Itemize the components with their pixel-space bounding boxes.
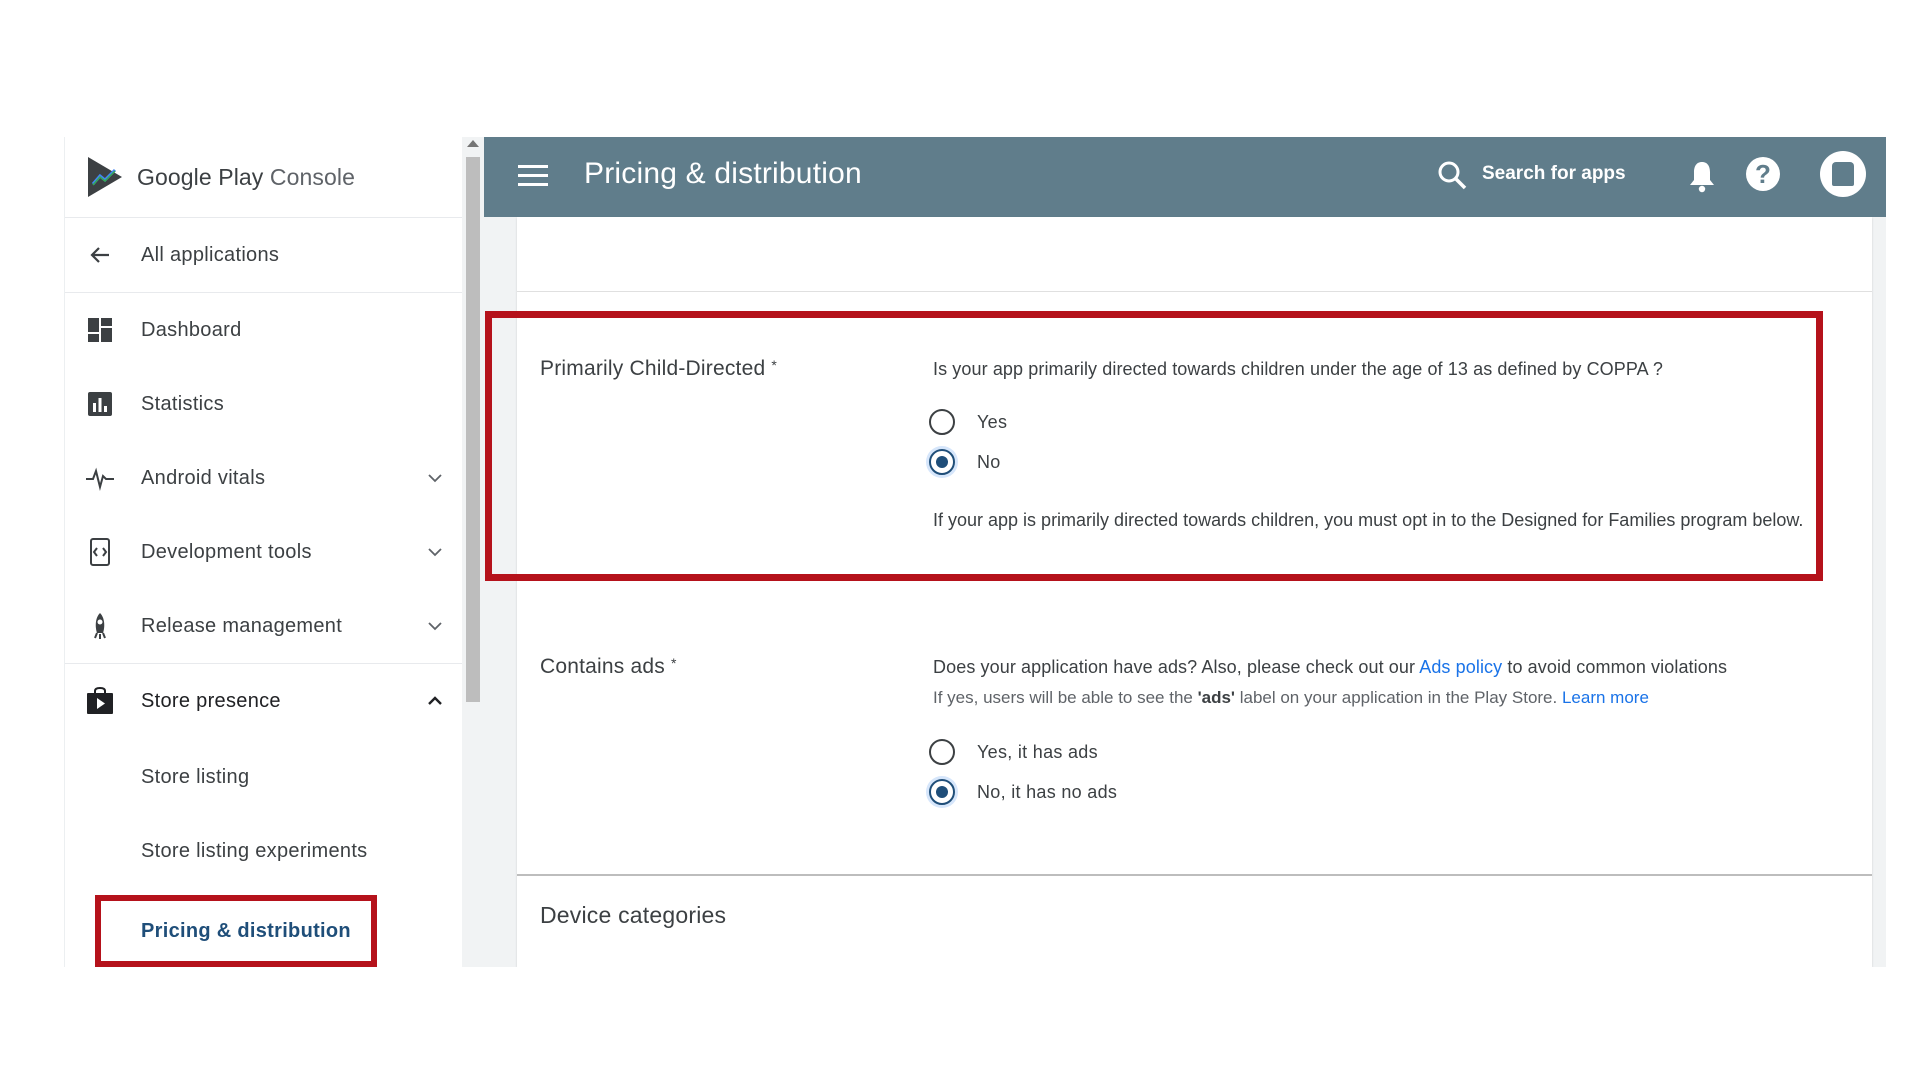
sidebar-item-dashboard[interactable]: Dashboard bbox=[65, 293, 463, 367]
sidebar-subitem-label: Store listing experiments bbox=[141, 839, 368, 862]
search-icon[interactable] bbox=[1436, 159, 1468, 191]
sidebar-subitem-label: Store listing bbox=[141, 765, 250, 788]
chevron-down-icon[interactable] bbox=[425, 468, 445, 488]
scrollbar-thumb[interactable] bbox=[466, 157, 480, 702]
bell-icon[interactable] bbox=[1686, 159, 1718, 193]
ads-question-prefix: Does your application have ads? Also, pl… bbox=[933, 657, 1420, 677]
radio-label: Yes, it has ads bbox=[977, 741, 1098, 762]
card-divider bbox=[517, 874, 1872, 876]
ads-question: Does your application have ads? Also, pl… bbox=[933, 657, 1727, 678]
child-directed-highlight-box bbox=[485, 311, 1823, 581]
search-apps-input[interactable]: Search for apps bbox=[1482, 163, 1626, 185]
radio-button[interactable] bbox=[929, 739, 955, 765]
ads-help-suffix: label on your application in the Play St… bbox=[1234, 688, 1562, 707]
logo[interactable]: Google Play Console bbox=[65, 137, 462, 218]
ads-no-radio[interactable]: No, it has no ads bbox=[929, 777, 1117, 807]
ads-question-suffix: to avoid common violations bbox=[1502, 657, 1728, 677]
sidebar-scrollbar[interactable] bbox=[462, 137, 484, 967]
chevron-down-icon[interactable] bbox=[425, 542, 445, 562]
dashboard-icon bbox=[88, 318, 112, 342]
bar-chart-icon bbox=[88, 392, 112, 416]
chevron-down-icon[interactable] bbox=[425, 616, 445, 636]
logo-brand: Google Play bbox=[137, 163, 264, 190]
all-applications-label: All applications bbox=[141, 243, 280, 266]
sidebar-item-release-management[interactable]: Release management bbox=[65, 589, 463, 663]
all-applications-link[interactable]: All applications bbox=[65, 218, 463, 292]
chevron-up-icon[interactable] bbox=[425, 691, 445, 711]
device-categories-title: Device categories bbox=[540, 902, 727, 928]
sidebar-item-statistics[interactable]: Statistics bbox=[65, 367, 463, 441]
contains-ads-label: Contains ads * bbox=[540, 655, 677, 679]
ads-help-text: If yes, users will be able to see the 'a… bbox=[933, 688, 1649, 708]
ads-help-prefix: If yes, users will be able to see the bbox=[933, 688, 1198, 707]
sidebar-subitem-store-listing-experiments[interactable]: Store listing experiments bbox=[65, 814, 463, 888]
radio-button-selected[interactable] bbox=[929, 779, 955, 805]
radio-label: No, it has no ads bbox=[977, 781, 1118, 802]
arrow-back-icon bbox=[90, 247, 109, 263]
sidebar-item-label: Release management bbox=[141, 614, 343, 637]
pricing-highlight-box bbox=[95, 895, 377, 967]
store-bag-icon bbox=[87, 686, 113, 714]
scroll-up-arrow-icon[interactable] bbox=[467, 140, 479, 147]
menu-icon[interactable] bbox=[518, 165, 548, 189]
sidebar-item-store-presence[interactable]: Store presence bbox=[65, 664, 463, 738]
ads-label-bold: 'ads' bbox=[1197, 688, 1235, 707]
sidebar-item-label: Store presence bbox=[141, 689, 281, 712]
card-divider bbox=[517, 291, 1872, 292]
sidebar-item-label: Android vitals bbox=[141, 466, 266, 489]
sidebar-item-label: Statistics bbox=[141, 392, 225, 415]
sidebar-item-android-vitals[interactable]: Android vitals bbox=[65, 441, 463, 515]
pulse-icon bbox=[86, 467, 114, 491]
sidebar-item-label: Dashboard bbox=[141, 318, 242, 341]
ads-policy-link[interactable]: Ads policy bbox=[1419, 657, 1502, 677]
sidebar-subitem-store-listing[interactable]: Store listing bbox=[65, 740, 463, 814]
learn-more-link[interactable]: Learn more bbox=[1562, 688, 1649, 707]
logo-text: Google Play Console bbox=[137, 164, 355, 191]
help-icon[interactable]: ? bbox=[1746, 157, 1780, 191]
rocket-icon bbox=[94, 613, 106, 639]
code-icon bbox=[90, 538, 110, 566]
sidebar-item-label: Development tools bbox=[141, 540, 312, 563]
account-icon bbox=[1832, 162, 1854, 186]
play-console-logo-icon bbox=[88, 157, 122, 197]
sidebar-item-development-tools[interactable]: Development tools bbox=[65, 515, 463, 589]
required-mark: * bbox=[670, 655, 677, 671]
ads-yes-radio[interactable]: Yes, it has ads bbox=[929, 737, 1098, 767]
contains-ads-label-text: Contains ads bbox=[540, 655, 665, 678]
page-title: Pricing & distribution bbox=[584, 157, 862, 190]
sidebar: Google Play Console All applications Das… bbox=[64, 137, 463, 967]
avatar[interactable] bbox=[1820, 151, 1866, 197]
top-bar: Pricing & distribution Search for apps ? bbox=[484, 137, 1886, 217]
logo-product: Console bbox=[269, 163, 355, 190]
